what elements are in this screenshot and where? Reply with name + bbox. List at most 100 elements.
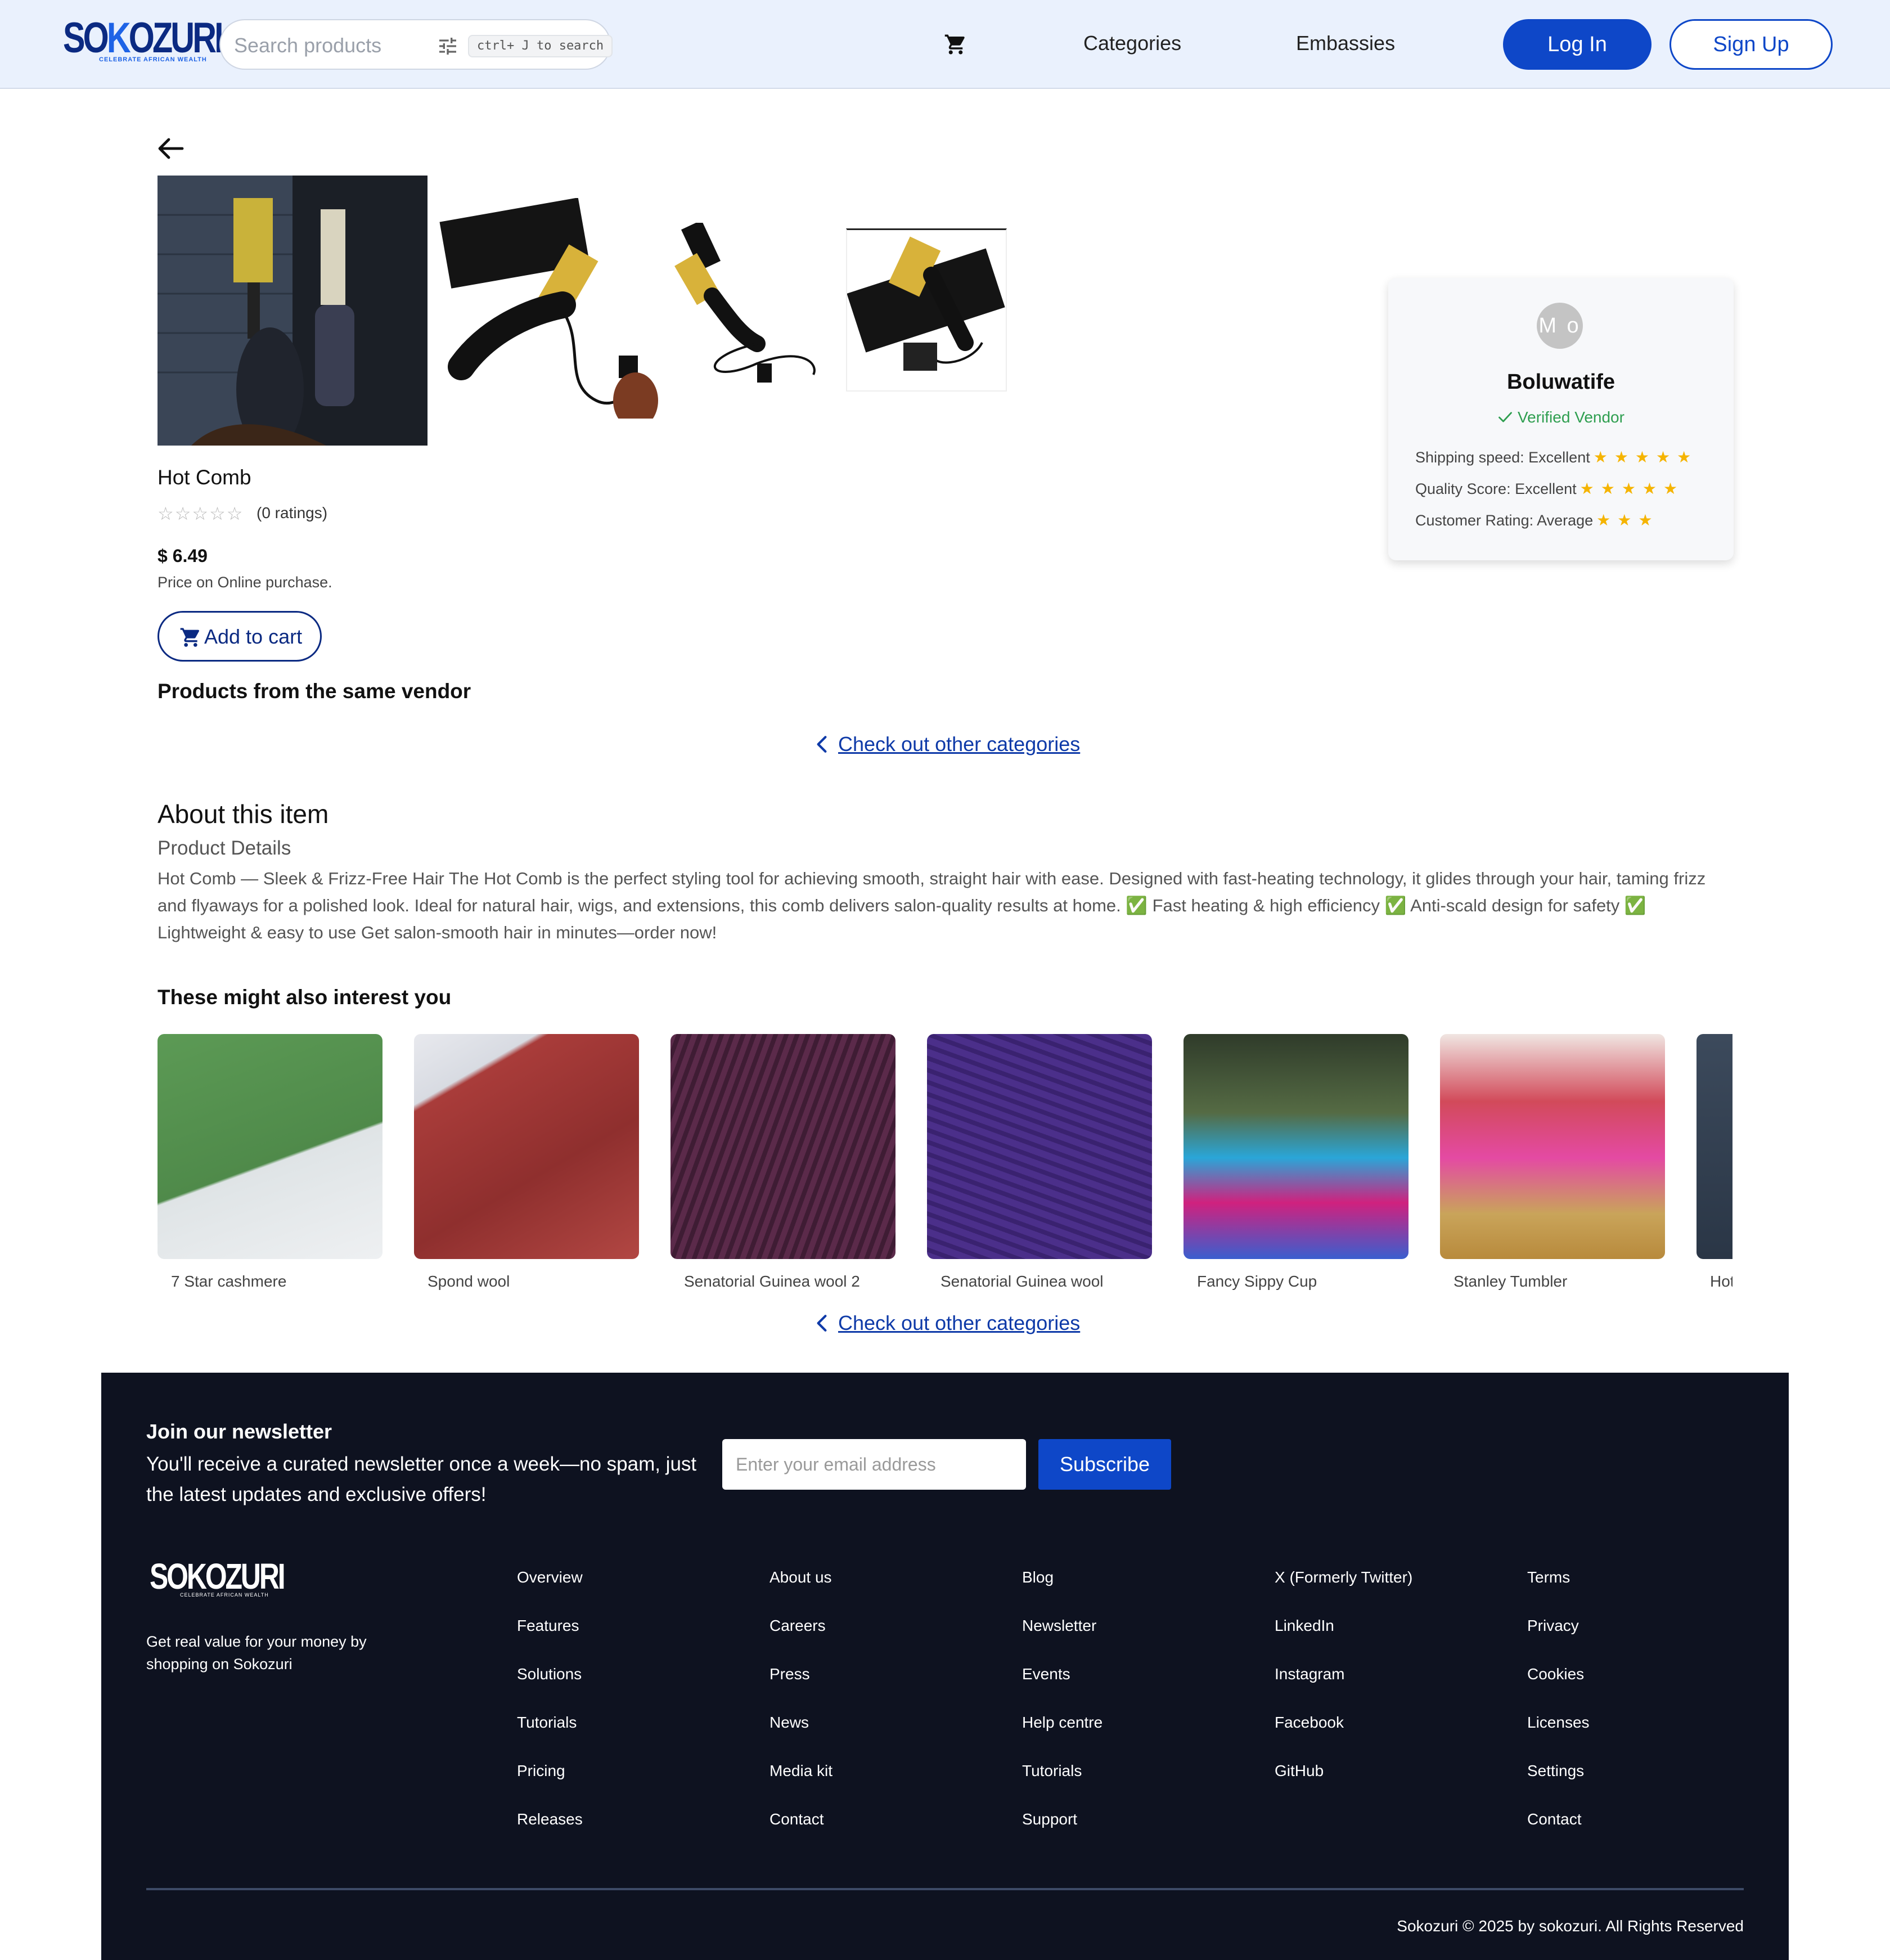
product-image-thumb-3[interactable]: [673, 223, 835, 392]
recommended-title: These might also interest you: [158, 986, 452, 1009]
add-to-cart-label: Add to cart: [204, 625, 303, 648]
score-label: Shipping speed: Excellent: [1415, 449, 1590, 466]
product-card[interactable]: Senatorial Guinea wool: [927, 1034, 1152, 1310]
other-categories-link[interactable]: Check out other categories: [816, 1311, 1080, 1335]
logo-wordmark: SOKOZURI: [150, 1556, 286, 1597]
footer-link[interactable]: Instagram: [1275, 1665, 1345, 1683]
footer-link[interactable]: Facebook: [1275, 1714, 1344, 1732]
footer-tagline: Get real value for your money by shoppin…: [146, 1633, 367, 1673]
product-card-name: Senatorial Guinea wool: [940, 1273, 1104, 1290]
footer-link[interactable]: LinkedIn: [1275, 1617, 1334, 1635]
product-card[interactable]: Fancy Sippy Cup: [1184, 1034, 1408, 1310]
footer-link[interactable]: Tutorials: [517, 1714, 577, 1732]
product-card[interactable]: Hot Comb: [1696, 1034, 1732, 1310]
top-navbar: SOKOZURI CELEBRATE AFRICAN WEALTH ctrl+ …: [0, 0, 1890, 89]
product-price: $ 6.49: [158, 546, 208, 566]
tune-icon[interactable]: [436, 35, 459, 57]
footer-link[interactable]: Contact: [1527, 1810, 1582, 1828]
footer-link[interactable]: Blog: [1022, 1568, 1054, 1586]
nav-embassies[interactable]: Embassies: [1296, 32, 1395, 55]
arrow-left-icon[interactable]: [158, 137, 184, 160]
login-button[interactable]: Log In: [1503, 19, 1652, 70]
footer-link[interactable]: Newsletter: [1022, 1617, 1096, 1635]
footer-link[interactable]: Privacy: [1527, 1617, 1579, 1635]
product-card-name: Stanley Tumbler: [1454, 1273, 1568, 1290]
footer-link[interactable]: Overview: [517, 1568, 583, 1586]
footer-link[interactable]: Releases: [517, 1810, 583, 1828]
verified-label: Verified Vendor: [1518, 408, 1624, 426]
product-card-name: Fancy Sippy Cup: [1197, 1273, 1317, 1290]
footer-link[interactable]: Cookies: [1527, 1665, 1584, 1683]
product-card-image: [927, 1034, 1152, 1259]
logo-tagline: CELEBRATE AFRICAN WEALTH: [99, 56, 207, 63]
product-card[interactable]: Senatorial Guinea wool 2: [670, 1034, 896, 1310]
vendor-score-shipping: Shipping speed: Excellent ★★★★★: [1415, 448, 1698, 466]
product-ratings-count: (0 ratings): [256, 504, 328, 522]
newsletter-title: Join our newsletter: [146, 1420, 332, 1443]
about-description: Hot Comb — Sleek & Frizz-Free Hair The H…: [158, 869, 1706, 942]
cart-icon[interactable]: [944, 33, 968, 56]
footer-link[interactable]: Licenses: [1527, 1714, 1590, 1732]
footer-logo[interactable]: SOKOZURI CELEBRATE AFRICAN WEALTH: [150, 1556, 322, 1598]
add-to-cart-button[interactable]: Add to cart: [158, 611, 322, 662]
sokozuri-logo[interactable]: SOKOZURI CELEBRATE AFRICAN WEALTH: [63, 17, 224, 68]
other-categories-label: Check out other categories: [838, 1311, 1081, 1334]
product-card-name: Senatorial Guinea wool 2: [684, 1273, 860, 1290]
signup-button[interactable]: Sign Up: [1670, 19, 1833, 70]
vendor-card: M o Boluwatife Verified Vendor Shipping …: [1388, 278, 1734, 560]
vendor-avatar[interactable]: M o: [1537, 303, 1583, 349]
product-image-main[interactable]: [158, 176, 428, 446]
product-card-image: [1440, 1034, 1665, 1259]
nav-categories[interactable]: Categories: [1083, 32, 1181, 55]
footer-link[interactable]: Solutions: [517, 1665, 582, 1683]
newsletter-text: You'll receive a curated newsletter once…: [146, 1453, 697, 1505]
footer-link[interactable]: Pricing: [517, 1762, 565, 1780]
copyright-text: Sokozuri © 2025 by sokozuri. All Rights …: [1397, 1917, 1744, 1935]
same-vendor-title: Products from the same vendor: [158, 680, 471, 703]
footer-link[interactable]: Contact: [770, 1810, 824, 1828]
footer-link[interactable]: Support: [1022, 1810, 1077, 1828]
footer-link[interactable]: News: [770, 1714, 809, 1732]
product-card-image: [1184, 1034, 1408, 1259]
footer-link[interactable]: Media kit: [770, 1762, 832, 1780]
footer-link[interactable]: Tutorials: [1022, 1762, 1082, 1780]
footer-link[interactable]: X (Formerly Twitter): [1275, 1568, 1412, 1586]
product-title: Hot Comb: [158, 466, 251, 489]
product-photo: [674, 223, 816, 383]
footer-link[interactable]: About us: [770, 1568, 832, 1586]
product-card-name: Spond wool: [428, 1273, 510, 1290]
footer-link[interactable]: GitHub: [1275, 1762, 1324, 1780]
recommended-carousel[interactable]: 7 Star cashmere Spond wool Senatorial Gu…: [158, 1034, 1732, 1310]
product-card[interactable]: Spond wool: [414, 1034, 639, 1310]
search-input[interactable]: [234, 32, 420, 60]
vendor-name[interactable]: Boluwatife: [1388, 370, 1734, 394]
product-card-name: 7 Star cashmere: [171, 1273, 287, 1290]
product-image-thumb-4[interactable]: [846, 228, 1007, 392]
verified-badge: Verified Vendor: [1388, 408, 1734, 426]
other-categories-link[interactable]: Check out other categories: [816, 732, 1080, 756]
footer-link[interactable]: Settings: [1527, 1762, 1584, 1780]
footer-link[interactable]: Features: [517, 1617, 579, 1635]
product-card[interactable]: 7 Star cashmere: [158, 1034, 382, 1310]
product-card-image: [670, 1034, 896, 1259]
footer-link[interactable]: Events: [1022, 1665, 1070, 1683]
other-categories-label: Check out other categories: [838, 732, 1081, 756]
newsletter-email-input[interactable]: [722, 1439, 1026, 1490]
footer-link[interactable]: Careers: [770, 1617, 826, 1635]
footer-link[interactable]: Terms: [1527, 1568, 1570, 1586]
product-card-name: Hot Comb: [1710, 1273, 1732, 1290]
score-label: Customer Rating: Average: [1415, 512, 1594, 529]
product-card[interactable]: Stanley Tumbler: [1440, 1034, 1665, 1310]
check-icon: [1498, 412, 1512, 422]
about-subheading: Product Details: [158, 837, 291, 859]
product-photo: [439, 198, 658, 419]
footer-link[interactable]: Press: [770, 1665, 810, 1683]
search-shortcut-hint: ctrl+ J to search: [468, 35, 613, 57]
price-note: Price on Online purchase.: [158, 574, 332, 591]
vendor-score-quality: Quality Score: Excellent ★★★★★: [1415, 479, 1684, 498]
subscribe-button[interactable]: Subscribe: [1038, 1439, 1171, 1490]
search-bar[interactable]: ctrl+ J to search: [219, 19, 613, 70]
footer-link[interactable]: Help centre: [1022, 1714, 1102, 1732]
product-card-image: [1696, 1034, 1732, 1259]
product-image-thumb-2[interactable]: [439, 198, 659, 419]
